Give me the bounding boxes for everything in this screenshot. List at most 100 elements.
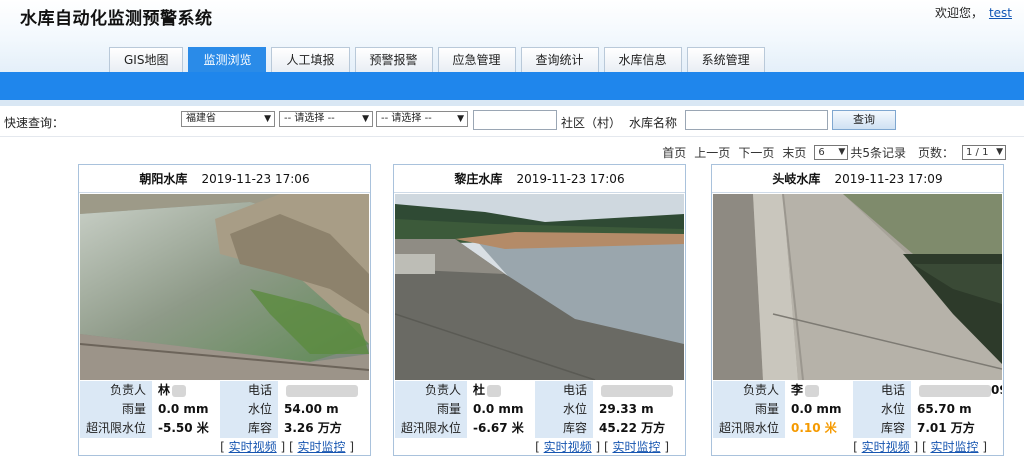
reservoir-photo[interactable] [395, 194, 684, 380]
first-page-link[interactable]: 首页 [662, 144, 686, 161]
reservoir-info-table: 负责人 林 电话 雨量 0.0 mm 水位 54.00 m 超汛限水位 -5.5… [80, 381, 369, 438]
live-monitor-link[interactable]: 实时监控 [930, 440, 978, 454]
county-select[interactable]: -- 请选择 -- ▼ [376, 111, 468, 127]
city-select[interactable]: -- 请选择 -- ▼ [279, 111, 373, 127]
update-time: 2019-11-23 17:09 [834, 172, 943, 186]
rain-value: 0.0 mm [467, 400, 535, 419]
chevron-down-icon: ▼ [838, 146, 846, 157]
page-select[interactable]: 1 / 1 ▼ [962, 144, 1006, 160]
card-header: 黎庄水库 2019-11-23 17:06 [394, 165, 685, 193]
level-value: 29.33 m [593, 400, 684, 419]
quick-search-bar: 快速查询： 福建省 ▼ -- 请选择 -- ▼ -- 请选择 -- ▼ 社区（村） 水… [0, 108, 1024, 136]
over-limit-value: -5.50 米 [152, 419, 220, 438]
card-header: 头岐水库 2019-11-23 17:09 [712, 165, 1003, 193]
reservoir-photo-image [713, 194, 1002, 380]
tab-alarm[interactable]: 预警报警 [354, 47, 433, 72]
next-page-link[interactable]: 下一页 [738, 144, 774, 161]
card-header: 朝阳水库 2019-11-23 17:06 [79, 165, 370, 193]
reservoir-photo[interactable] [713, 194, 1002, 380]
divider [0, 136, 1024, 137]
level-label: 水位 [220, 400, 278, 419]
tab-reservoir-info[interactable]: 水库信息 [603, 47, 682, 72]
reservoir-name: 黎庄水库 [454, 172, 503, 186]
reservoir-name: 朝阳水库 [139, 172, 188, 186]
page-select-value: 1 / 1 [966, 146, 989, 158]
level-value: 65.70 m [911, 400, 1002, 419]
phone-value: 09 [911, 381, 1002, 400]
page-label: 页数： [917, 145, 954, 160]
app-title: 水库自动化监测预警系统 [20, 9, 213, 29]
redacted-blur [919, 384, 991, 397]
update-time: 2019-11-23 17:06 [516, 172, 625, 186]
last-page-link[interactable]: 末页 [782, 144, 806, 161]
community-input[interactable] [473, 110, 557, 130]
chevron-down-icon: ▼ [362, 114, 369, 124]
tab-query-stats[interactable]: 查询统计 [520, 47, 599, 72]
live-video-link[interactable]: 实时视频 [862, 440, 910, 454]
chevron-down-icon: ▼ [457, 114, 464, 124]
live-monitor-link[interactable]: 实时监控 [612, 440, 660, 454]
county-select-value: -- 请选择 -- [381, 113, 432, 124]
user-link[interactable]: test [989, 6, 1012, 20]
rain-label: 雨量 [395, 400, 467, 419]
person-value: 林 [152, 381, 220, 400]
tab-system-admin[interactable]: 系统管理 [686, 47, 765, 72]
prev-page-link[interactable]: 上一页 [694, 144, 730, 161]
reservoir-photo-image [395, 194, 684, 380]
rain-label: 雨量 [713, 400, 785, 419]
rain-value: 0.0 mm [785, 400, 853, 419]
tab-emergency[interactable]: 应急管理 [437, 47, 516, 72]
reservoir-card: 黎庄水库 2019-11-23 17:06 负责人 杜 电话 雨量 0.0 mm … [393, 164, 686, 456]
nav-sub-bar [0, 100, 1024, 106]
phone-label: 电话 [535, 381, 593, 400]
rain-value: 0.0 mm [152, 400, 220, 419]
level-label: 水位 [853, 400, 911, 419]
capacity-value: 7.01 万方 [911, 419, 1002, 438]
reservoir-name-input[interactable] [685, 110, 828, 130]
person-label: 负责人 [713, 381, 785, 400]
reservoir-name-label: 水库名称 [629, 116, 678, 130]
main-nav-tabs: GIS地图 监测浏览 人工填报 预警报警 应急管理 查询统计 水库信息 系统管理 [109, 47, 770, 72]
province-select[interactable]: 福建省 ▼ [181, 111, 275, 127]
phone-label: 电话 [220, 381, 278, 400]
person-label: 负责人 [80, 381, 152, 400]
phone-label: 电话 [853, 381, 911, 400]
over-limit-label: 超汛限水位 [80, 419, 152, 438]
reservoir-info-table: 负责人 李 电话 09 雨量 0.0 mm 水位 65.70 m 超汛限水位 0… [713, 381, 1002, 438]
search-button[interactable]: 查询 [832, 110, 896, 130]
reservoir-photo[interactable] [80, 194, 369, 380]
person-label: 负责人 [395, 381, 467, 400]
city-select-value: -- 请选择 -- [284, 113, 335, 124]
province-select-value: 福建省 [186, 113, 216, 124]
welcome-area: 欢迎您， test [935, 4, 1012, 21]
redacted-blur [286, 384, 358, 397]
reservoir-card: 头岐水库 2019-11-23 17:09 负责人 李 电话 09 雨量 0.0 … [711, 164, 1004, 456]
capacity-label: 库容 [220, 419, 278, 438]
update-time: 2019-11-23 17:06 [201, 172, 310, 186]
capacity-label: 库容 [535, 419, 593, 438]
live-video-link[interactable]: 实时视频 [229, 440, 277, 454]
tab-monitor-browse[interactable]: 监测浏览 [188, 47, 267, 72]
live-video-link[interactable]: 实时视频 [544, 440, 592, 454]
reservoir-card: 朝阳水库 2019-11-23 17:06 负责人 林 电话 雨量 0.0 mm… [78, 164, 371, 456]
rain-label: 雨量 [80, 400, 152, 419]
page-size-value: 6 [818, 146, 825, 158]
card-links: [ 实时视频 ] [ 实时监控 ] [853, 440, 987, 454]
over-limit-label: 超汛限水位 [713, 419, 785, 438]
person-value: 杜 [467, 381, 535, 400]
chevron-down-icon: ▼ [996, 146, 1003, 157]
record-count: 共5条记录 [850, 145, 906, 160]
tab-gis-map[interactable]: GIS地图 [109, 47, 184, 72]
redacted-blur [172, 384, 187, 397]
chevron-down-icon: ▼ [264, 114, 271, 124]
reservoir-name: 头岐水库 [772, 172, 821, 186]
welcome-text: 欢迎您， [934, 6, 983, 20]
tab-manual-entry[interactable]: 人工填报 [271, 47, 350, 72]
reservoir-info-table: 负责人 杜 电话 雨量 0.0 mm 水位 29.33 m 超汛限水位 -6.6… [395, 381, 684, 438]
redacted-blur [601, 384, 673, 397]
person-value: 李 [785, 381, 853, 400]
live-monitor-link[interactable]: 实时监控 [297, 440, 345, 454]
page-size-select[interactable]: 6 ▼ [814, 144, 849, 160]
nav-blue-bar [0, 72, 1024, 100]
community-label: 社区（村） [561, 116, 622, 130]
